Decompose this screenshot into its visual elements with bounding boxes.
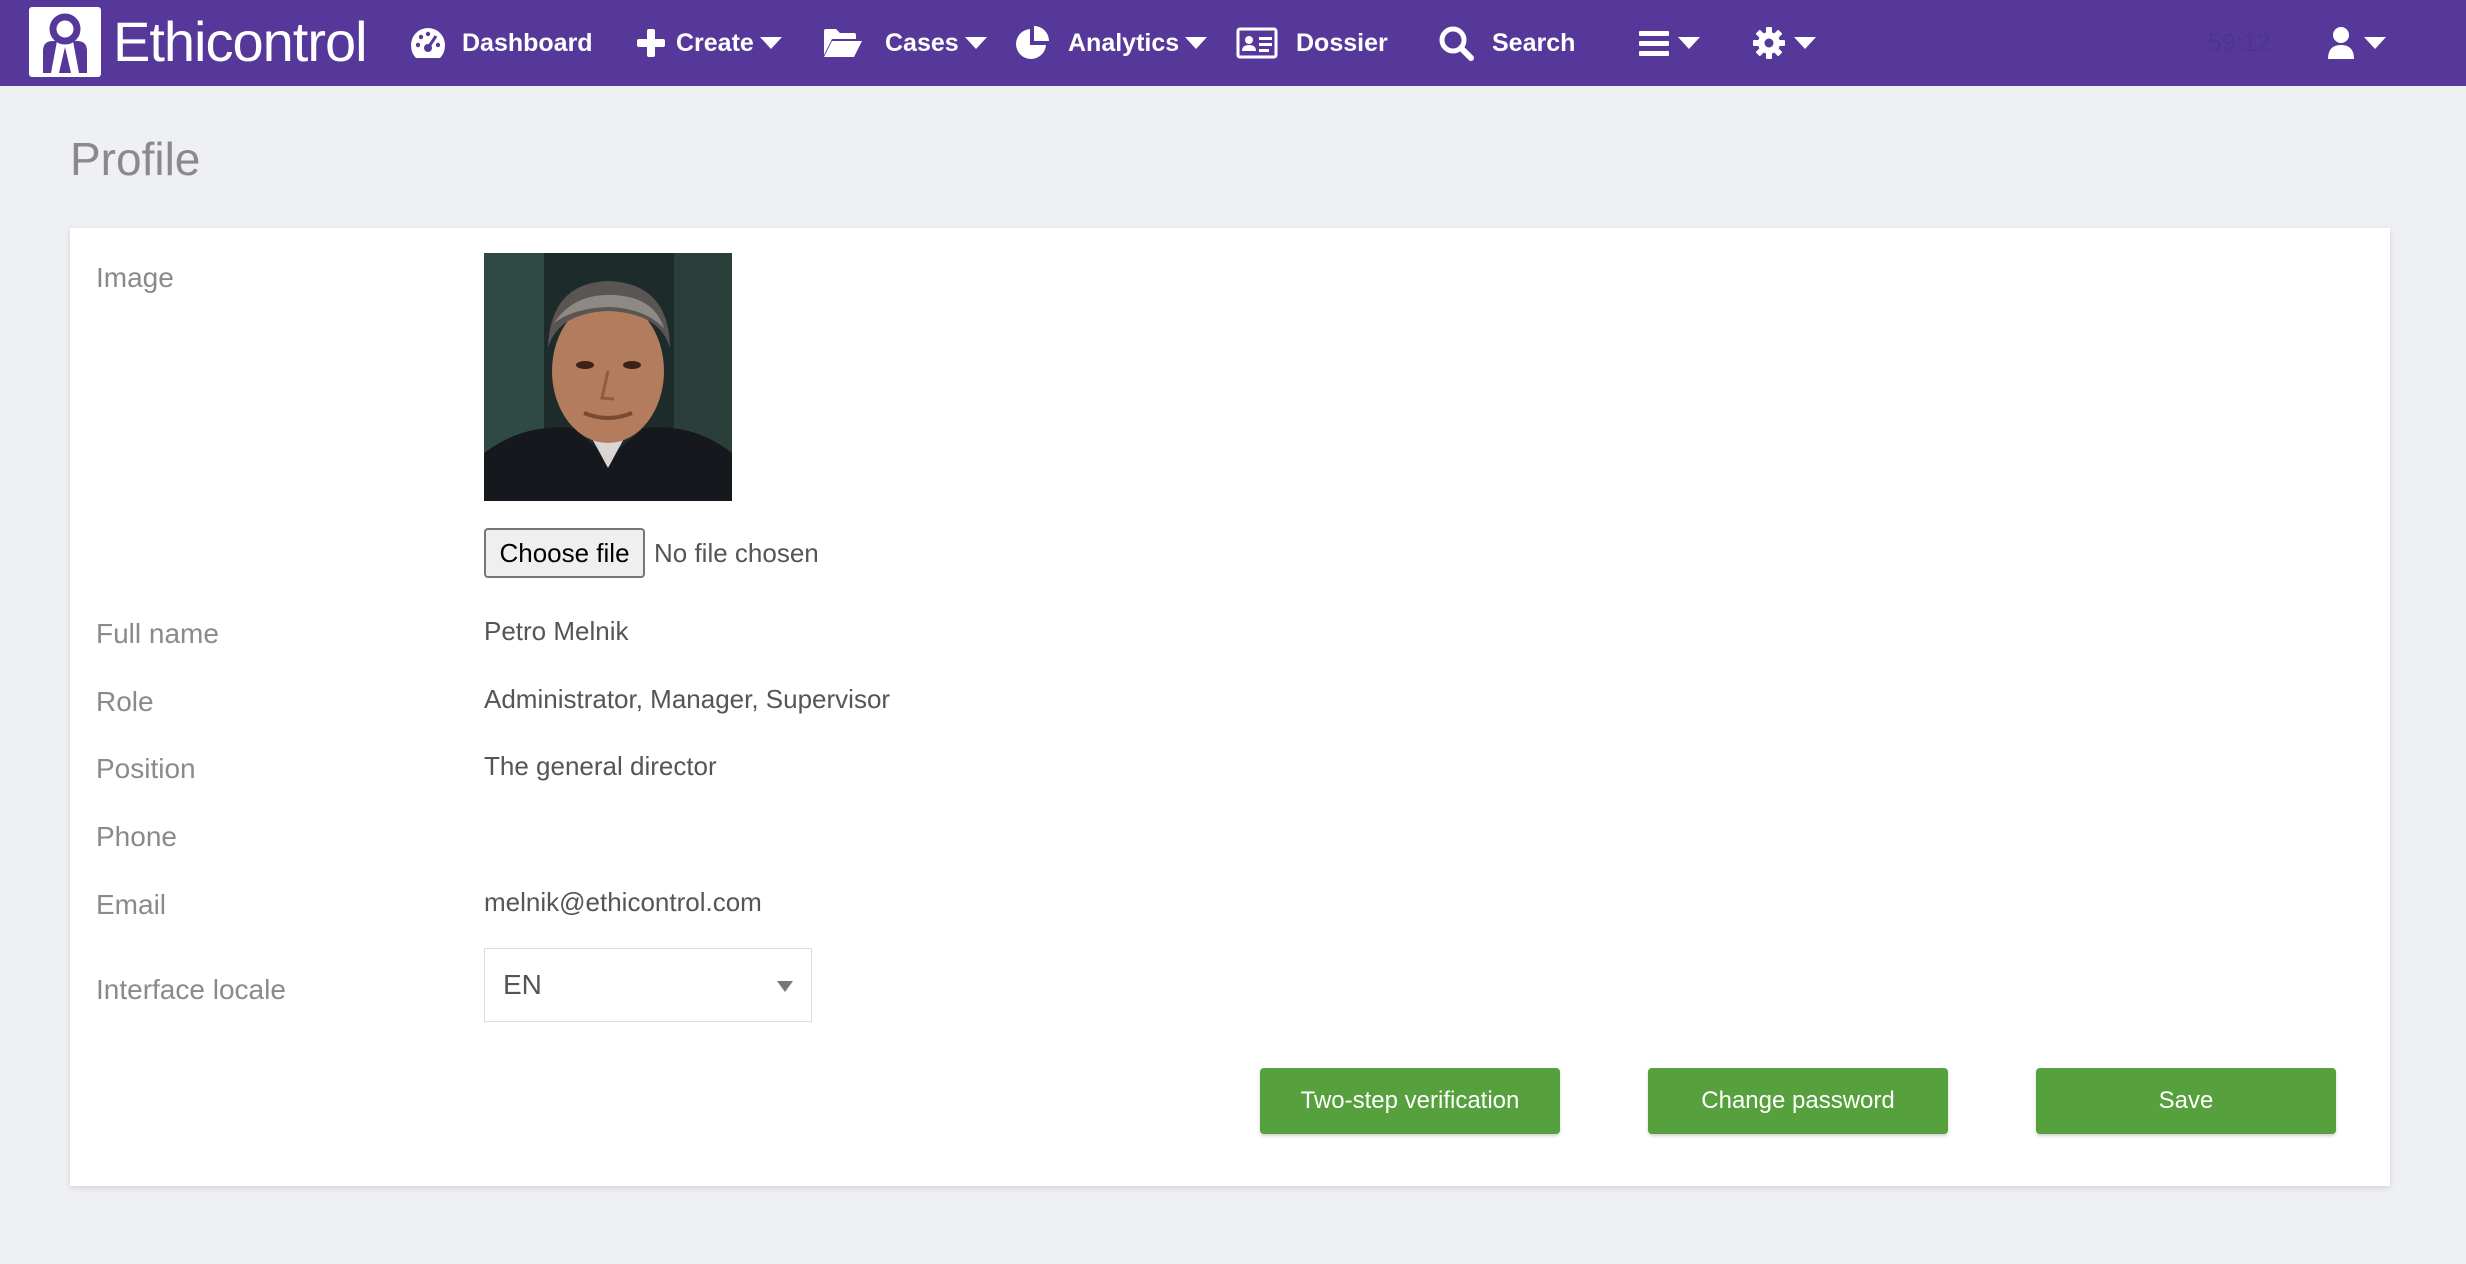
chevron-down-icon <box>2364 37 2386 49</box>
file-status: No file chosen <box>654 538 819 568</box>
chevron-down-icon <box>1678 37 1700 49</box>
position-value: The general director <box>484 751 717 781</box>
change-password-button[interactable]: Change password <box>1648 1068 1948 1134</box>
nav-dashboard-label: Dashboard <box>462 28 593 57</box>
chevron-down-icon <box>1185 37 1208 49</box>
nav-analytics-label: Analytics <box>1068 28 1180 57</box>
save-button[interactable]: Save <box>2036 1068 2336 1134</box>
brand-name: Ethicontrol <box>113 10 368 73</box>
nav-dossier[interactable]: Dossier <box>1236 0 1388 86</box>
id-card-icon <box>1236 27 1278 59</box>
search-icon <box>1438 25 1474 61</box>
top-navbar: Ethicontrol Dashboard Create Cases Analy… <box>0 0 2466 86</box>
nav-create[interactable]: Create <box>636 0 782 86</box>
nav-user[interactable] <box>2326 0 2386 86</box>
brand[interactable]: Ethicontrol <box>29 7 368 77</box>
nav-create-label: Create <box>676 28 754 57</box>
plus-icon <box>636 28 666 58</box>
nav-menu[interactable] <box>1638 0 1700 86</box>
session-timer: 59:12 <box>2208 28 2271 57</box>
two-step-verification-button[interactable]: Two-step verification <box>1260 1068 1560 1134</box>
full-name-label: Full name <box>96 618 219 649</box>
bars-icon <box>1638 29 1670 57</box>
interface-locale-label: Interface locale <box>96 974 286 1005</box>
tachometer-icon <box>409 26 447 60</box>
nav-dashboard[interactable]: Dashboard <box>409 0 593 86</box>
choose-file-button[interactable]: Choose file <box>484 528 645 578</box>
pie-chart-icon <box>1014 25 1050 61</box>
chevron-down-icon <box>1794 37 1816 49</box>
role-value: Administrator, Manager, Supervisor <box>484 684 891 714</box>
nav-cases-label: Cases <box>885 28 959 57</box>
nav-cases[interactable]: Cases <box>823 0 987 86</box>
brand-logo-icon <box>29 7 101 77</box>
nav-dossier-label: Dossier <box>1296 28 1388 57</box>
gear-icon <box>1752 26 1786 60</box>
email-value: melnik@ethicontrol.com <box>484 887 762 917</box>
profile-card: Image Choose file No file chosen Full na… <box>70 228 2390 1186</box>
nav-analytics[interactable]: Analytics <box>1014 0 1208 86</box>
nav-search[interactable]: Search <box>1438 0 1575 86</box>
chevron-down-icon <box>964 37 987 49</box>
nav-search-label: Search <box>1492 28 1576 57</box>
page-title: Profile <box>70 133 201 185</box>
position-label: Position <box>96 753 196 784</box>
role-label: Role <box>96 686 154 717</box>
nav-settings[interactable] <box>1752 0 1816 86</box>
phone-label: Phone <box>96 821 177 852</box>
folder-open-icon <box>823 27 863 59</box>
user-icon <box>2326 26 2356 60</box>
chevron-down-icon <box>777 981 793 992</box>
interface-locale-select[interactable]: EN <box>484 948 812 1022</box>
interface-locale-value: EN <box>503 969 542 1000</box>
full-name-value: Petro Melnik <box>484 616 629 646</box>
chevron-down-icon <box>759 37 782 49</box>
email-label: Email <box>96 889 167 920</box>
profile-photo <box>484 253 732 501</box>
image-label: Image <box>96 262 174 293</box>
